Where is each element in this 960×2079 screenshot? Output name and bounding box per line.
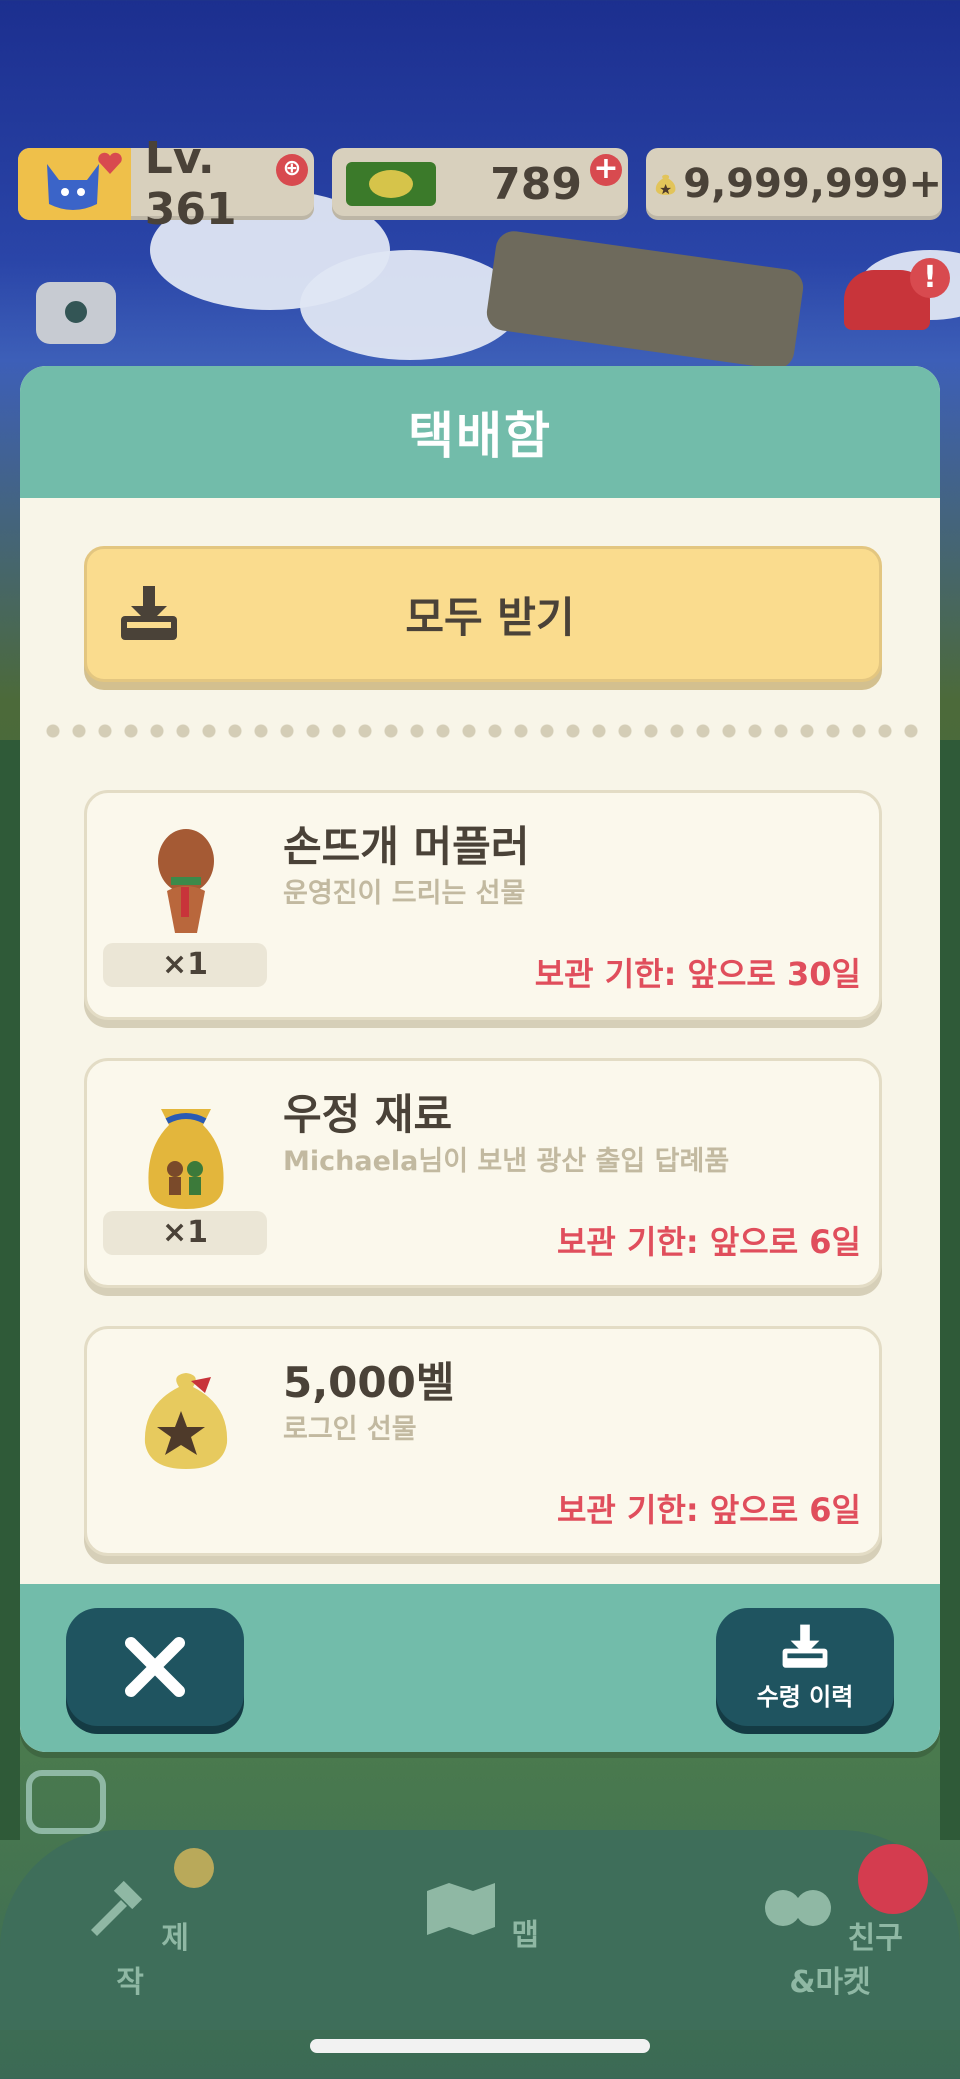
leaf-ticket-pill[interactable]: 789 + bbox=[332, 148, 628, 220]
list-item[interactable]: ×1 우정 재료 Michaela님이 보낸 광산 출입 답례품 보관 기한: … bbox=[84, 1058, 882, 1288]
item-expiry: 보관 기한: 앞으로 30일 bbox=[534, 955, 861, 993]
item-subtitle: Michaela님이 보낸 광산 출입 답례품 bbox=[283, 1146, 730, 1177]
grass-left bbox=[0, 740, 20, 1840]
receipt-history-label: 수령 이력 bbox=[756, 1682, 854, 1711]
quantity-badge: ×1 bbox=[103, 1211, 267, 1255]
home-indicator[interactable] bbox=[310, 2039, 650, 2053]
item-expiry: 보관 기한: 앞으로 6일 bbox=[556, 1223, 861, 1261]
download-icon bbox=[782, 1624, 828, 1668]
receive-all-label: 모두 받기 bbox=[405, 592, 575, 642]
bell-bag-icon bbox=[144, 1373, 228, 1469]
map-icon bbox=[426, 1883, 495, 1935]
heart-icon bbox=[98, 152, 122, 174]
list-item[interactable]: ×1 손뜨개 머플러 운영진이 드리는 선물 보관 기한: 앞으로 30일 bbox=[84, 790, 882, 1020]
level-pill[interactable]: Lv. 361 ⊕ bbox=[18, 133, 314, 235]
friendship-material-bag-icon bbox=[148, 1109, 224, 1209]
item-subtitle: 로그인 선물 bbox=[283, 1414, 417, 1445]
item-expiry: 보관 기한: 앞으로 6일 bbox=[556, 1491, 861, 1529]
level-zoom-icon[interactable]: ⊕ bbox=[276, 154, 308, 186]
player-avatar bbox=[18, 148, 131, 220]
bell-bag-icon bbox=[655, 174, 676, 195]
camera-icon[interactable] bbox=[36, 282, 116, 344]
dotted-divider bbox=[40, 724, 920, 738]
item-name: 손뜨개 머플러 bbox=[283, 822, 530, 871]
item-name: 5,000벨 bbox=[283, 1358, 455, 1407]
close-icon bbox=[125, 1637, 185, 1697]
checkmark-icon bbox=[174, 1848, 214, 1888]
knit-muffler-icon bbox=[158, 829, 214, 933]
friends-icon bbox=[765, 1890, 832, 1926]
list-item[interactable]: 5,000벨 로그인 선물 보관 기한: 앞으로 6일 bbox=[84, 1326, 882, 1556]
hammer-icon bbox=[90, 1880, 143, 1936]
nav-map[interactable]: 맵 bbox=[420, 1883, 540, 1954]
leaf-ticket-icon bbox=[346, 162, 436, 206]
notification-badge-icon bbox=[858, 1844, 928, 1914]
modal-footer: 수령 이력 bbox=[20, 1584, 940, 1752]
item-subtitle: 운영진이 드리는 선물 bbox=[283, 878, 526, 909]
modal-title: 택배함 bbox=[408, 407, 552, 465]
receipt-history-button[interactable]: 수령 이력 bbox=[716, 1608, 894, 1726]
delivery-box-modal: 택배함 모두 받기 ×1 손뜨개 머플러 운영진이 드리는 선물 보관 기한: … bbox=[20, 366, 940, 1752]
grass-right bbox=[940, 740, 960, 1840]
item-name: 우정 재료 bbox=[283, 1090, 453, 1139]
add-tickets-button[interactable]: + bbox=[590, 154, 622, 186]
download-icon bbox=[121, 586, 177, 640]
backpack-icon[interactable] bbox=[26, 1770, 106, 1834]
nav-craft[interactable]: 제작 bbox=[70, 1880, 190, 2001]
bells-count: 9,999,999+ bbox=[683, 161, 942, 207]
bells-pill[interactable]: 9,999,999+ bbox=[646, 148, 942, 220]
modal-header: 택배함 bbox=[20, 366, 940, 498]
nav-map-label: 맵 bbox=[511, 1918, 540, 1953]
receive-all-button[interactable]: 모두 받기 bbox=[84, 546, 882, 682]
mailbox-alert-icon: ! bbox=[910, 258, 950, 298]
leaf-ticket-count: 789 bbox=[490, 158, 582, 210]
close-button[interactable] bbox=[66, 1608, 244, 1726]
quantity-badge: ×1 bbox=[103, 943, 267, 987]
rock-scenery bbox=[484, 228, 806, 372]
bottom-nav: 제작 맵 친구&마켓 bbox=[0, 1830, 960, 2030]
